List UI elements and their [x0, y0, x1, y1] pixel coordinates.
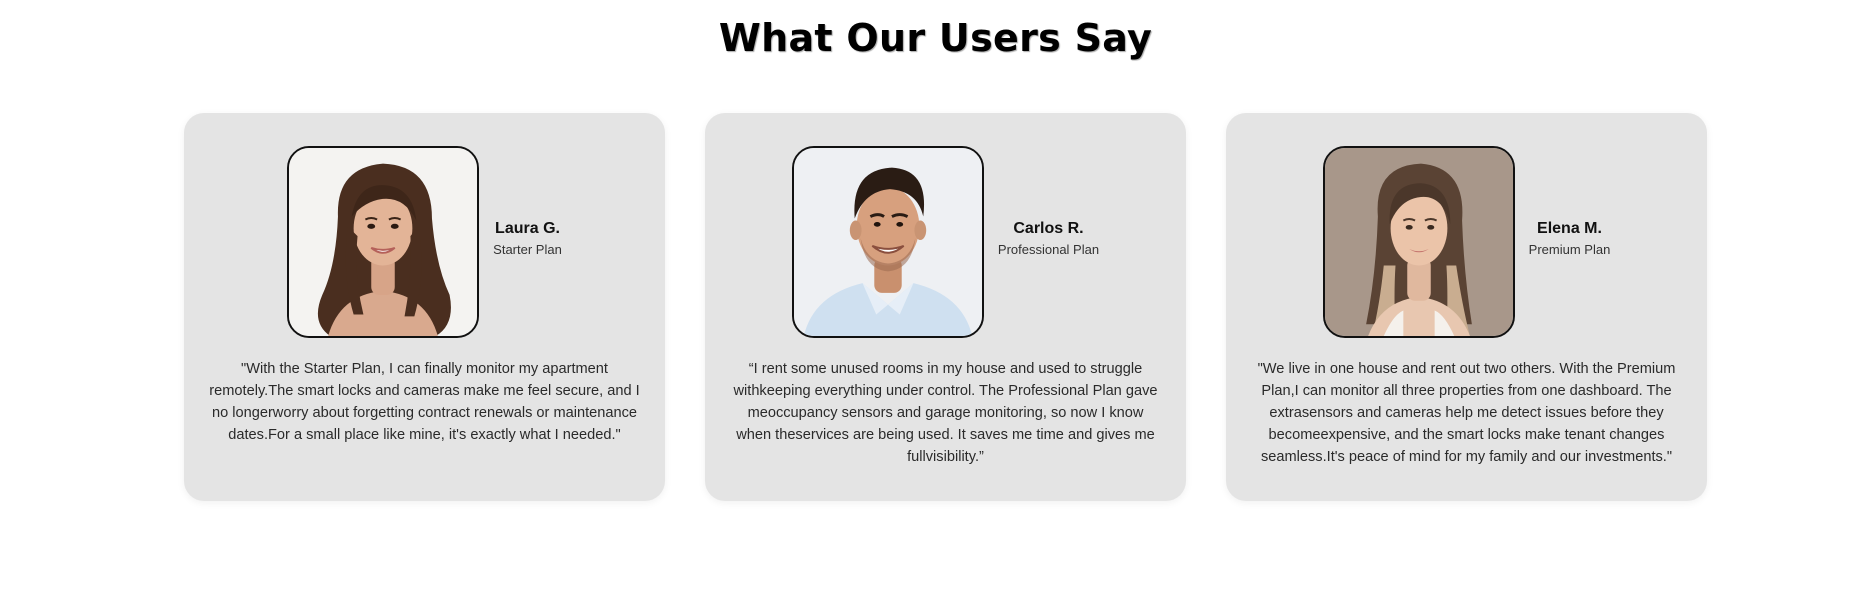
- woman-portrait-photo-icon: [289, 148, 478, 336]
- testimonial-card: Laura G. Starter Plan "With the Starter …: [184, 113, 665, 501]
- testimonial-header: Carlos R. Professional Plan: [705, 146, 1186, 338]
- testimonials-grid: Laura G. Starter Plan "With the Starter …: [184, 113, 1707, 501]
- testimonial-quote: "We live in one house and rent out two o…: [1257, 361, 1676, 465]
- testimonial-quote: “I rent some unused rooms in my house an…: [733, 361, 1158, 465]
- user-info: Elena M. Premium Plan: [1529, 218, 1611, 260]
- user-plan: Starter Plan: [493, 242, 562, 257]
- testimonial-card: Carlos R. Professional Plan “I rent some…: [705, 113, 1186, 501]
- user-info: Carlos R. Professional Plan: [998, 218, 1099, 260]
- user-plan: Professional Plan: [997, 242, 1100, 257]
- user-name: Laura G.: [495, 220, 560, 237]
- woman-portrait-photo-icon: [1324, 148, 1513, 336]
- user-name: Elena M.: [1537, 220, 1602, 237]
- avatar: [287, 146, 480, 338]
- user-plan: Premium Plan: [1528, 242, 1611, 257]
- testimonial-quote: "With the Starter Plan, I can finally mo…: [209, 361, 640, 443]
- testimonial-header: Laura G. Starter Plan: [184, 146, 665, 338]
- testimonial-header: Elena M. Premium Plan: [1226, 146, 1707, 338]
- avatar: [1322, 146, 1515, 338]
- section-title: What Our Users Say: [718, 16, 1153, 60]
- man-portrait-photo-icon: [793, 148, 982, 336]
- testimonial-card: Elena M. Premium Plan "We live in one ho…: [1226, 113, 1707, 501]
- user-name: Carlos R.: [1013, 220, 1084, 237]
- user-info: Laura G. Starter Plan: [493, 218, 562, 260]
- avatar: [791, 146, 984, 338]
